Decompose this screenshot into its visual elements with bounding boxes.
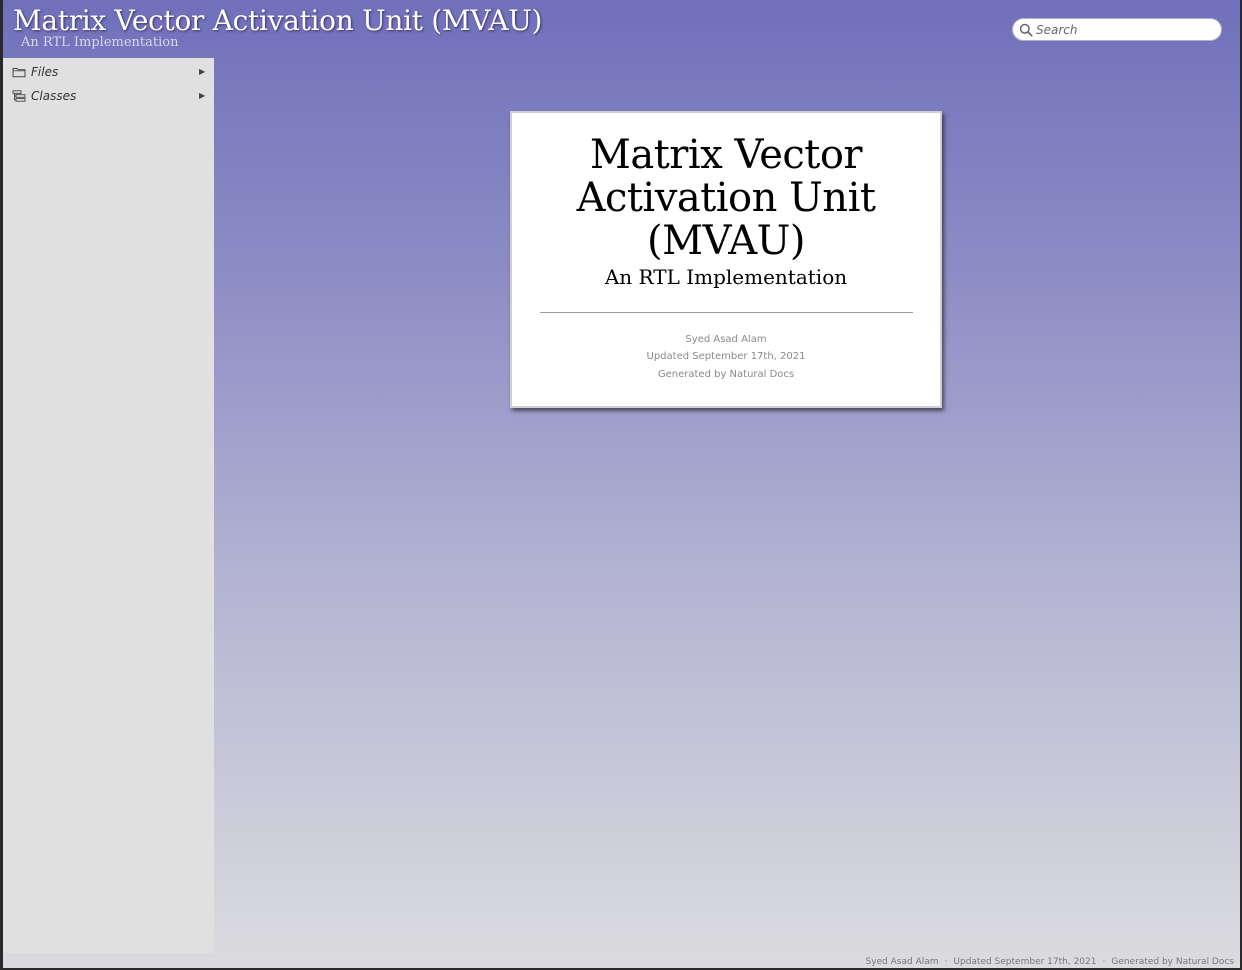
footer-separator: · bbox=[944, 957, 948, 967]
footer-author: Syed Asad Alam bbox=[865, 957, 939, 967]
page-subtitle: An RTL Implementation bbox=[21, 35, 179, 50]
page-title[interactable]: Matrix Vector Activation Unit (MVAU) bbox=[13, 4, 542, 37]
search-box[interactable] bbox=[1012, 18, 1222, 41]
class-hierarchy-icon bbox=[12, 90, 26, 102]
sidebar-item-classes[interactable]: Classes ▶ bbox=[3, 85, 214, 107]
card-title: Matrix Vector Activation Unit (MVAU) bbox=[576, 132, 876, 264]
sidebar-item-label: Classes bbox=[31, 89, 77, 103]
footer-updated: Updated September 17th, 2021 bbox=[953, 957, 1097, 967]
card-updated: Updated September 17th, 2021 bbox=[646, 351, 806, 362]
footer: Syed Asad Alam · Updated September 17th, 2… bbox=[865, 957, 1234, 967]
footer-generated: Generated by Natural Docs bbox=[1111, 957, 1234, 967]
title-card: Matrix Vector Activation Unit (MVAU) An … bbox=[510, 111, 942, 408]
search-icon bbox=[1019, 23, 1033, 37]
header: Matrix Vector Activation Unit (MVAU) An … bbox=[0, 0, 1242, 58]
sidebar-item-label: Files bbox=[31, 65, 59, 79]
card-subtitle: An RTL Implementation bbox=[604, 265, 848, 289]
sidebar-item-files[interactable]: Files ▶ bbox=[3, 61, 214, 83]
card-generated: Generated by Natural Docs bbox=[657, 369, 795, 380]
search-input[interactable] bbox=[1036, 21, 1216, 38]
card-author: Syed Asad Alam bbox=[685, 334, 767, 345]
footer-separator: · bbox=[1102, 957, 1106, 967]
folder-icon bbox=[12, 68, 26, 78]
card-divider bbox=[540, 312, 913, 313]
expand-arrow-icon[interactable]: ▶ bbox=[199, 67, 205, 76]
sidebar: Files ▶ Classes ▶ bbox=[3, 58, 214, 953]
expand-arrow-icon[interactable]: ▶ bbox=[199, 91, 205, 100]
